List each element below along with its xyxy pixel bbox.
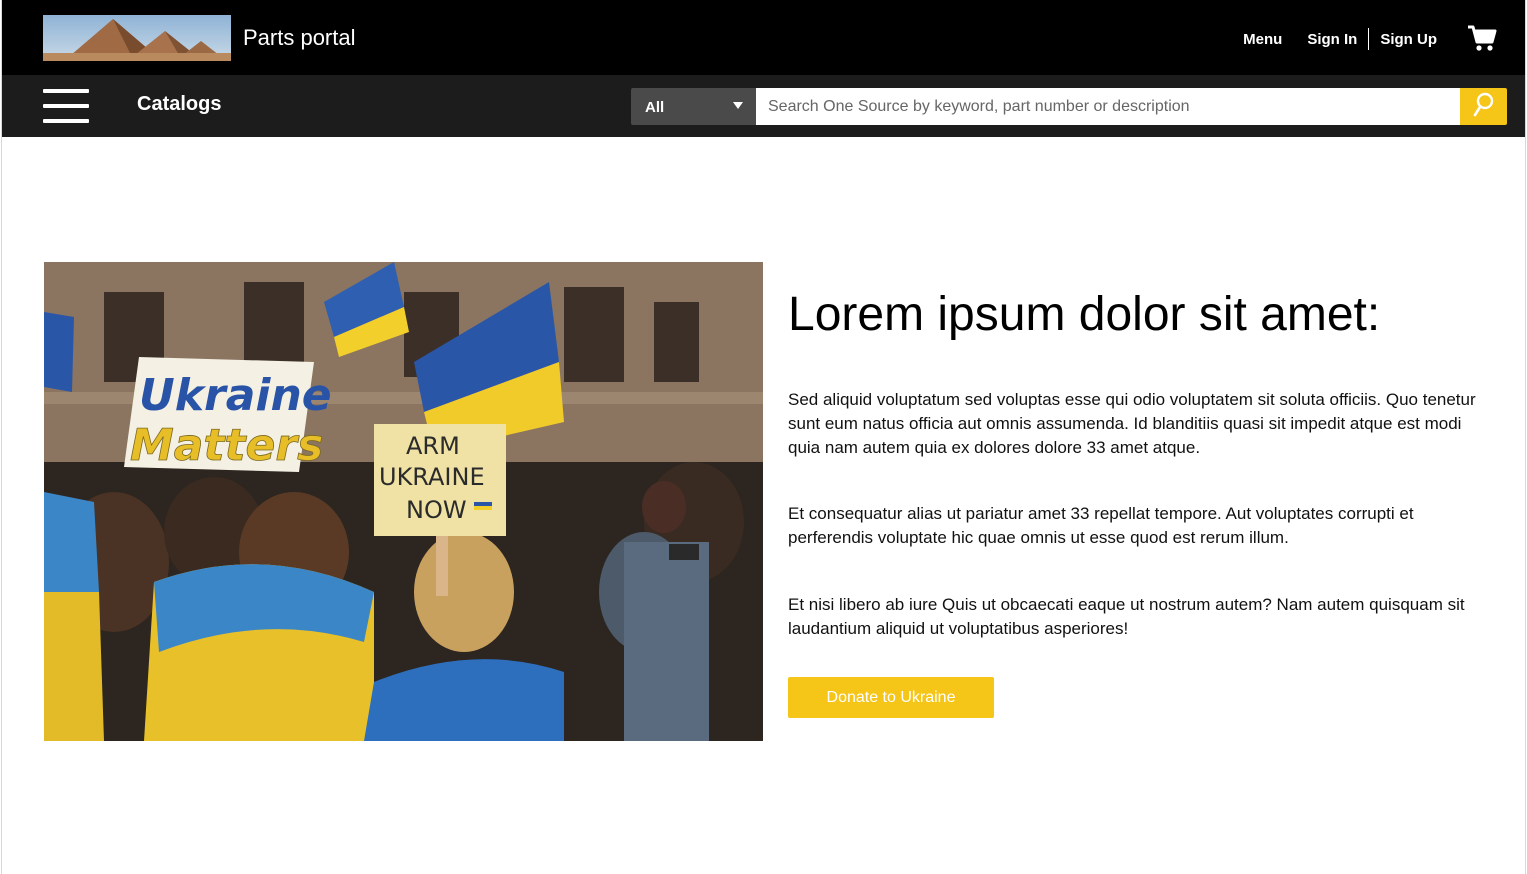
caret-down-icon	[733, 102, 743, 109]
hero-paragraph-1: Sed aliquid voluptatum sed voluptas esse…	[788, 390, 1476, 457]
search-input[interactable]	[756, 88, 1460, 125]
hamburger-line	[43, 104, 89, 108]
search-category-select[interactable]: All	[631, 88, 756, 125]
catalog-nav-bar: Catalogs All	[2, 75, 1525, 137]
hamburger-line	[43, 119, 89, 123]
sign-in-link[interactable]: Sign In	[1307, 31, 1357, 48]
search-button[interactable]	[1460, 88, 1507, 125]
nav-divider	[1368, 28, 1370, 50]
sign-up-link[interactable]: Sign Up	[1380, 31, 1437, 48]
sign-matters-text: Matters	[130, 420, 323, 471]
hero-image: Ukraine Matters ARM UKRAINE NOW	[44, 262, 763, 741]
donate-button[interactable]: Donate to Ukraine	[788, 677, 994, 718]
brand-title[interactable]: Parts portal	[243, 25, 356, 51]
pyramids-logo-icon[interactable]	[43, 15, 231, 61]
hamburger-line	[43, 89, 89, 93]
top-header: Parts portal Menu Sign In Sign Up	[2, 0, 1525, 75]
sign-now-text: NOW	[406, 496, 467, 524]
search-icon	[1473, 92, 1495, 121]
sign-arm-text: ARM	[406, 432, 460, 460]
search-bar: All	[631, 88, 1507, 125]
top-nav: Menu Sign In Sign Up	[1243, 28, 1437, 50]
hero-headline: Lorem ipsum dolor sit amet:	[788, 288, 1381, 341]
catalogs-link[interactable]: Catalogs	[137, 93, 221, 116]
menu-link[interactable]: Menu	[1243, 31, 1282, 48]
shopping-cart-icon[interactable]	[1467, 24, 1497, 52]
sign-ukraine-now-text: UKRAINE	[379, 463, 485, 491]
hero-paragraph-2: Et consequatur alias ut pariatur amet 33…	[788, 504, 1414, 547]
search-category-value: All	[645, 99, 665, 116]
sign-ukraine-text: Ukraine	[139, 370, 332, 421]
page-frame: Parts portal Menu Sign In Sign Up Catalo…	[1, 0, 1526, 874]
hamburger-menu-icon[interactable]	[43, 89, 89, 123]
hero-paragraph-3: Et nisi libero ab iure Quis ut obcaecati…	[788, 595, 1465, 638]
